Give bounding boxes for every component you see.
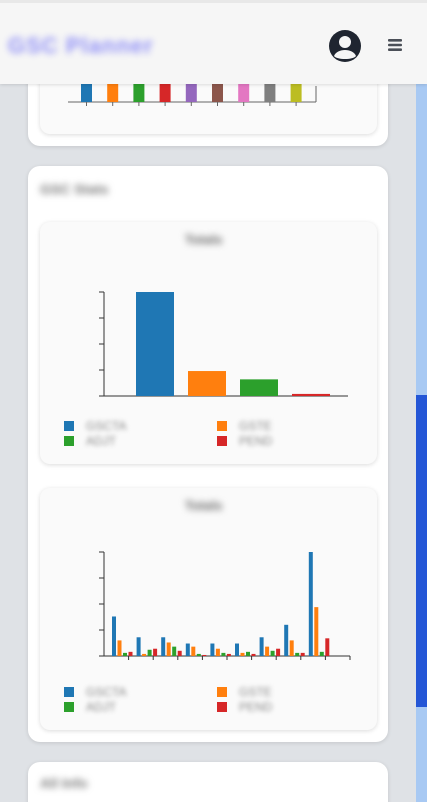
legend-item[interactable]: ADJT (64, 699, 116, 714)
bar (153, 648, 158, 656)
bar (221, 652, 226, 656)
bar (246, 651, 250, 656)
legend-item[interactable]: GSTE (217, 684, 272, 699)
bar (265, 646, 270, 656)
bar (212, 84, 223, 102)
bar (202, 654, 207, 656)
bar (314, 607, 319, 656)
bar (136, 637, 141, 656)
hamburger-menu-icon[interactable] (386, 36, 404, 54)
bar (240, 379, 278, 396)
bar (210, 643, 215, 656)
info-section-card: All Info (28, 762, 388, 802)
bar (136, 292, 174, 396)
legend-item[interactable]: GSTE (217, 418, 272, 433)
bar (123, 652, 127, 656)
legend-item[interactable]: PEND (217, 433, 272, 448)
bar (290, 84, 302, 102)
bar (128, 651, 133, 656)
bar (276, 648, 281, 656)
bar (325, 638, 330, 656)
section-title: GSC Stats (40, 181, 109, 197)
section-title: All Info (40, 775, 88, 791)
bar (215, 648, 220, 656)
bar (295, 652, 300, 656)
bar (264, 84, 276, 102)
bar (240, 652, 245, 656)
bar (238, 84, 250, 102)
legend-item[interactable]: GSCTA (64, 418, 126, 433)
legend-item[interactable]: ADJT (64, 433, 116, 448)
bar (133, 84, 145, 102)
bar (270, 650, 275, 656)
bar (196, 653, 201, 656)
chart-card-1: Totals GSCTA GSTE ADJT PEND (40, 222, 377, 464)
bar (292, 393, 330, 396)
chart-card-2: Totals GSCTA GSTE ADJT PEND (40, 488, 377, 730)
bar (284, 624, 289, 656)
bar (191, 646, 196, 656)
chart-1-legend: GSCTA GSTE ADJT PEND (64, 418, 364, 448)
app-header: GSC Planner (0, 0, 427, 84)
brand-logo[interactable]: GSC Planner (8, 33, 153, 59)
bar (289, 640, 294, 656)
bar (259, 637, 264, 656)
bar (251, 653, 256, 656)
legend-item[interactable]: GSCTA (64, 684, 126, 699)
bar (300, 652, 305, 656)
bar (185, 84, 197, 102)
user-circle-icon[interactable] (327, 28, 363, 64)
bar (161, 637, 166, 656)
bar (142, 653, 147, 656)
bar (166, 642, 171, 656)
bar (177, 650, 182, 656)
bar (117, 640, 122, 656)
chart-2-legend: GSCTA GSTE ADJT PEND (64, 684, 364, 714)
bar (172, 646, 177, 656)
bar-chart-1 (99, 291, 348, 397)
bar (107, 84, 119, 102)
bar (159, 84, 171, 102)
bar (188, 371, 226, 396)
legend-item[interactable]: PEND (217, 699, 272, 714)
bar (185, 643, 190, 656)
stats-section-card: GSC Stats Totals GSCTA GSTE ADJT PEND To… (28, 166, 388, 742)
bar (147, 649, 152, 656)
bar-chart-2 (99, 551, 351, 660)
bar (319, 651, 324, 656)
bar (112, 616, 116, 656)
bar (308, 552, 313, 656)
bar (226, 653, 231, 656)
bar (81, 84, 92, 102)
bar (235, 643, 239, 656)
scrollbar-thumb[interactable] (416, 395, 427, 707)
